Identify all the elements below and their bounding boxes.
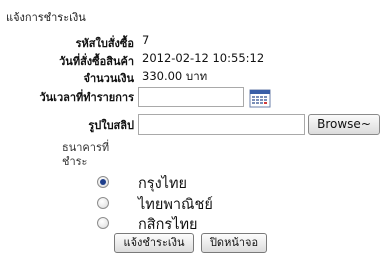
slip-image-label: รูปใบสลิป (88, 119, 134, 132)
calendar-icon[interactable] (249, 88, 271, 108)
browse-button[interactable]: Browse~ (308, 114, 380, 135)
order-date-value: 2012-02-12 10:55:12 (142, 51, 265, 65)
submit-payment-button[interactable]: แจ้งชำระเงิน (114, 233, 194, 253)
slip-file-input[interactable] (138, 114, 305, 135)
bank-option-2[interactable]: กสิกรไทย (97, 214, 297, 233)
radio-bank-0[interactable] (97, 176, 109, 188)
order-date-label: วันที่สั่งซื้อสินค้า (59, 55, 134, 68)
bank-option-label: กรุงไทย (138, 176, 187, 192)
bank-label: ธนาคารที่ชำระ (62, 141, 110, 168)
bank-option-1[interactable]: ไทยพาณิชย์ (97, 194, 297, 213)
order-no-value: 7 (142, 33, 150, 47)
bank-option-0[interactable]: กรุงไทย (97, 173, 297, 192)
transfer-datetime-input[interactable] (138, 87, 244, 107)
radio-bank-1[interactable] (97, 197, 109, 209)
close-window-button[interactable]: ปิดหน้าจอ (201, 233, 267, 253)
page-title: แจ้งการชำระเงิน (6, 11, 86, 24)
transfer-datetime-label: วันเวลาที่ทำรายการ (39, 91, 134, 104)
amount-label: จำนวนเงิน (83, 72, 135, 85)
order-no-label: รหัสใบสั่งซื้อ (75, 37, 134, 50)
amount-value: 330.00 บาท (142, 69, 208, 83)
radio-bank-2[interactable] (97, 217, 109, 229)
